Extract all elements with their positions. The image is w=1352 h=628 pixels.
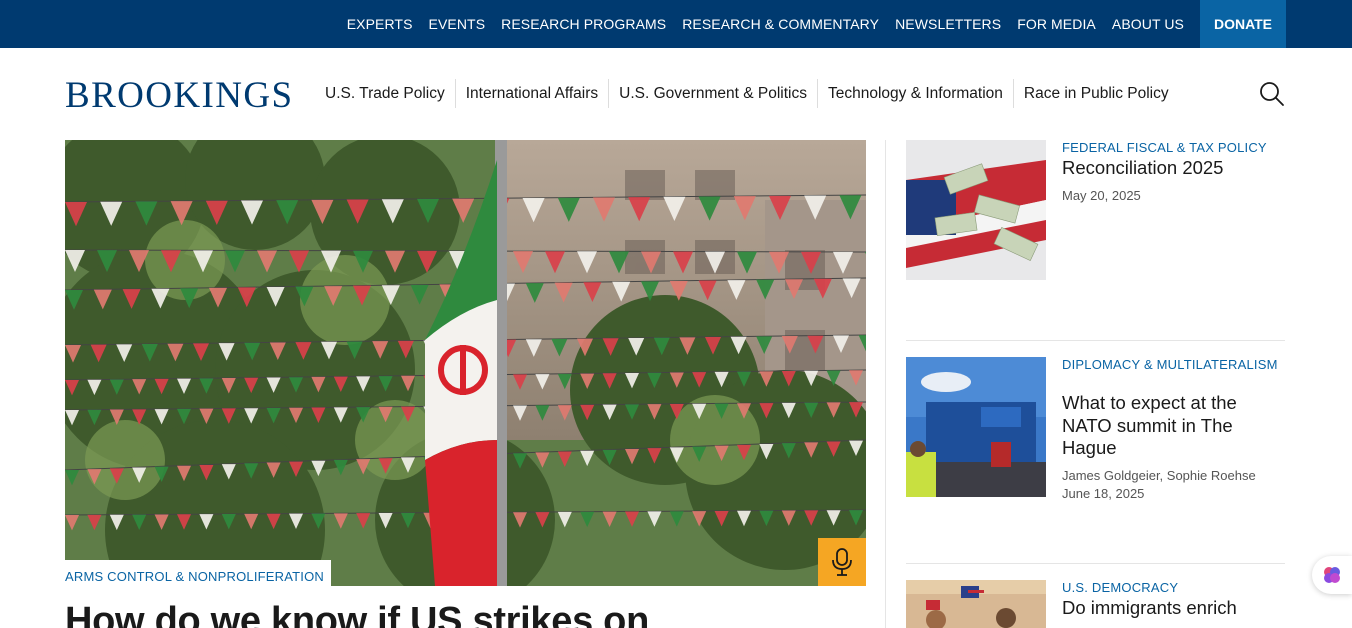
card-divider [906,563,1285,564]
utility-bar: EXPERTS EVENTS RESEARCH PROGRAMS RESEARC… [0,0,1352,48]
nav-us-government-politics[interactable]: U.S. Government & Politics [608,79,817,108]
nav-newsletters[interactable]: NEWSLETTERS [895,16,1001,32]
nav-research-programs[interactable]: RESEARCH PROGRAMS [501,16,666,32]
microphone-icon [832,548,852,576]
nav-research-commentary[interactable]: RESEARCH & COMMENTARY [682,16,879,32]
nav-technology-information[interactable]: Technology & Information [816,79,1013,108]
card-image-democracy[interactable] [906,580,1046,628]
nav-about-us[interactable]: ABOUT US [1112,16,1184,32]
card-category[interactable]: DIPLOMACY & MULTILATERALISM [1062,356,1282,374]
card-image-nato[interactable] [906,357,1046,497]
card-category[interactable]: FEDERAL FISCAL & TAX POLICY [1062,139,1282,157]
hero-image[interactable] [65,140,866,586]
card-date: May 20, 2025 [1062,188,1141,203]
main-nav: U.S. Trade Policy International Affairs … [315,79,1179,108]
column-divider [885,140,886,628]
assistant-icon[interactable] [1312,556,1352,594]
utility-nav: EXPERTS EVENTS RESEARCH PROGRAMS RESEARC… [331,0,1286,48]
card-authors[interactable]: James Goldgeier, Sophie Roehse [1062,467,1256,485]
card-category[interactable]: U.S. DEMOCRACY [1062,579,1282,597]
search-icon[interactable] [1258,80,1286,108]
podcast-badge[interactable] [818,538,866,586]
nav-experts[interactable]: EXPERTS [347,16,413,32]
brookings-logo[interactable]: BROOKINGS [65,74,293,117]
card-title[interactable]: Reconciliation 2025 [1062,157,1272,180]
donate-button[interactable]: DONATE [1200,0,1286,48]
nav-us-trade-policy[interactable]: U.S. Trade Policy [315,79,455,108]
nav-international-affairs[interactable]: International Affairs [454,79,608,108]
hero-headline[interactable]: How do we know if US strikes on [65,600,649,628]
nav-for-media[interactable]: FOR MEDIA [1017,16,1096,32]
card-date: June 18, 2025 [1062,486,1145,501]
card-divider [906,340,1285,341]
card-title[interactable]: What to expect at the NATO summit in The… [1062,392,1272,460]
nav-race-public-policy[interactable]: Race in Public Policy [1012,79,1179,108]
card-title[interactable]: Do immigrants enrich [1062,597,1272,620]
hero-category[interactable]: ARMS CONTROL & NONPROLIFERATION [65,560,332,587]
card-image-reconciliation[interactable] [906,140,1046,280]
nav-events[interactable]: EVENTS [429,16,486,32]
